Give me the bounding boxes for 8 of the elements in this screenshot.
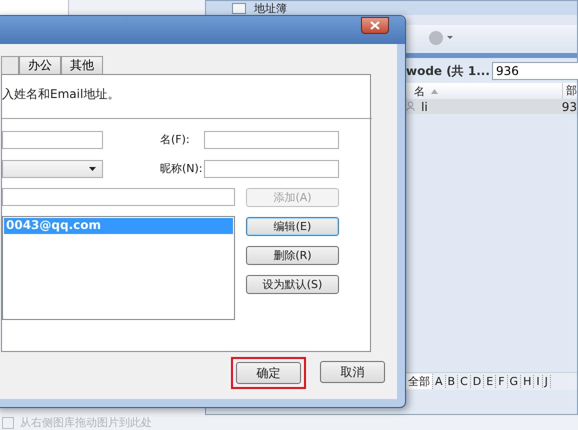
- group-label: wode (共 1...: [406, 62, 490, 80]
- field-label: 名(F):: [159, 132, 191, 147]
- instruction-text: 入姓名和Email地址。: [2, 86, 120, 101]
- table-cell: 93: [562, 100, 577, 114]
- table-cell-text: li: [421, 100, 429, 114]
- field-label: 昵称(N):: [159, 161, 204, 176]
- status-text: 从右侧图库拖动图片到此处: [20, 415, 152, 430]
- window-title: 地址簿: [254, 0, 287, 16]
